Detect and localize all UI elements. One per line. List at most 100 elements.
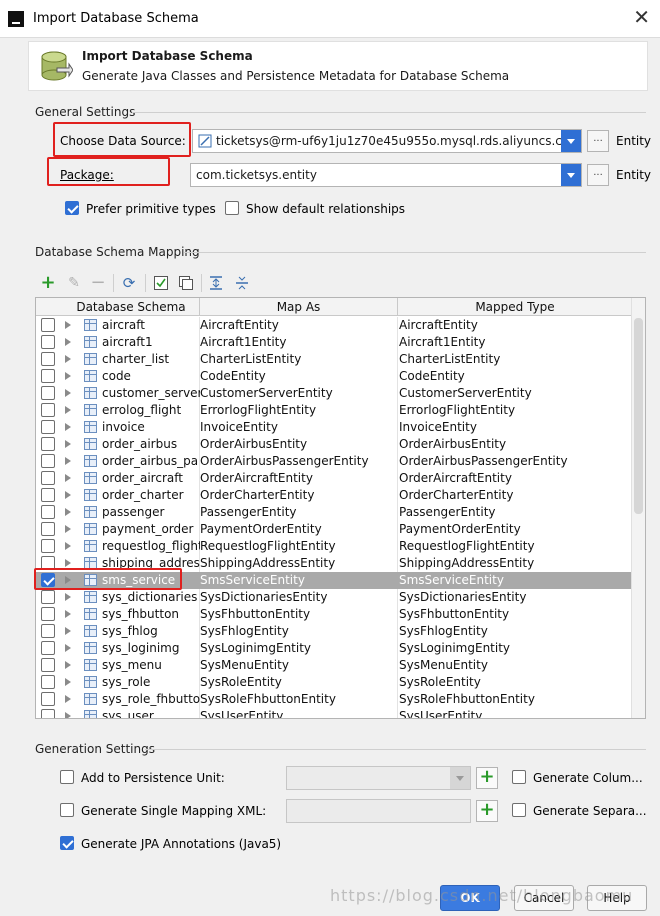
check-all-icon[interactable]	[153, 275, 169, 291]
row-checkbox[interactable]	[41, 607, 55, 621]
mapped-type-cell[interactable]: AircraftEntity	[399, 318, 629, 332]
row-checkbox[interactable]	[41, 539, 55, 553]
row-checkbox[interactable]	[41, 352, 55, 366]
mapped-type-cell[interactable]: SysRoleEntity	[399, 675, 629, 689]
row-checkbox[interactable]	[41, 641, 55, 655]
map-as-cell[interactable]: OrderCharterEntity	[200, 488, 396, 502]
column-header-map-as[interactable]: Map As	[200, 300, 397, 314]
table-row[interactable]: code CodeEntity CodeEntity	[36, 368, 632, 385]
table-row[interactable]: sys_loginimg SysLoginimgEntity SysLoginimg…	[36, 640, 632, 657]
row-checkbox[interactable]	[41, 437, 55, 451]
mapped-type-cell[interactable]: CustomerServerEntity	[399, 386, 629, 400]
table-row[interactable]: order_airbus_pa OrderAirbusPassengerEntit…	[36, 453, 632, 470]
add-to-persistence-unit-checkbox[interactable]	[60, 770, 74, 784]
expand-arrow-icon[interactable]	[65, 678, 71, 686]
table-row[interactable]: sys_fhlog SysFhlogEntity SysFhlogEntity	[36, 623, 632, 640]
data-source-combo[interactable]: ticketsys@rm-uf6y1ju1z70e45u955o.mysql.r…	[192, 129, 582, 153]
map-as-cell[interactable]: RequestlogFlightEntity	[200, 539, 396, 553]
map-as-cell[interactable]: SysFhbuttonEntity	[200, 607, 396, 621]
mapped-type-cell[interactable]: ShippingAddressEntity	[399, 556, 629, 570]
mapped-type-cell[interactable]: OrderAirbusEntity	[399, 437, 629, 451]
mapped-type-cell[interactable]: Aircraft1Entity	[399, 335, 629, 349]
add-mapping-xml-button[interactable]: +	[476, 800, 498, 822]
table-row[interactable]: payment_order PaymentOrderEntity PaymentOr…	[36, 521, 632, 538]
map-as-cell[interactable]: OrderAirbusEntity	[200, 437, 396, 451]
row-checkbox[interactable]	[41, 675, 55, 689]
mapped-type-cell[interactable]: SysUserEntity	[399, 709, 629, 718]
show-default-relationships-checkbox[interactable]	[225, 201, 239, 215]
row-checkbox[interactable]	[41, 403, 55, 417]
expand-arrow-icon[interactable]	[65, 542, 71, 550]
table-row[interactable]: sys_dictionaries SysDictionariesEntity Sys…	[36, 589, 632, 606]
mapped-type-cell[interactable]: SysLoginimgEntity	[399, 641, 629, 655]
table-row[interactable]: invoice InvoiceEntity InvoiceEntity	[36, 419, 632, 436]
row-checkbox[interactable]	[41, 454, 55, 468]
table-row[interactable]: order_charter OrderCharterEntity OrderChar…	[36, 487, 632, 504]
table-row[interactable]: customer_server CustomerServerEntity Custo…	[36, 385, 632, 402]
mapped-type-cell[interactable]: SysFhbuttonEntity	[399, 607, 629, 621]
generate-column-checkbox[interactable]	[512, 770, 526, 784]
table-row[interactable]: order_aircraft OrderAircraftEntity OrderAi…	[36, 470, 632, 487]
map-as-cell[interactable]: PaymentOrderEntity	[200, 522, 396, 536]
column-header-database-schema[interactable]: Database Schema	[61, 300, 201, 314]
expand-arrow-icon[interactable]	[65, 610, 71, 618]
row-checkbox[interactable]	[41, 488, 55, 502]
edit-icon[interactable]: ✎	[66, 275, 82, 291]
row-checkbox[interactable]	[41, 471, 55, 485]
expand-arrow-icon[interactable]	[65, 508, 71, 516]
package-dropdown-arrow[interactable]	[561, 164, 581, 186]
map-as-cell[interactable]: SysDictionariesEntity	[200, 590, 396, 604]
row-checkbox[interactable]	[41, 590, 55, 604]
expand-arrow-icon[interactable]	[65, 491, 71, 499]
map-as-cell[interactable]: CodeEntity	[200, 369, 396, 383]
collapse-all-icon[interactable]	[234, 275, 250, 291]
expand-arrow-icon[interactable]	[65, 372, 71, 380]
mapped-type-cell[interactable]: ErrorlogFlightEntity	[399, 403, 629, 417]
persistence-unit-combo[interactable]	[286, 766, 471, 790]
prefer-primitive-checkbox[interactable]	[65, 201, 79, 215]
map-as-cell[interactable]: OrderAirbusPassengerEntity	[200, 454, 396, 468]
add-icon[interactable]: +	[40, 274, 56, 292]
map-as-cell[interactable]: PassengerEntity	[200, 505, 396, 519]
table-row[interactable]: sys_role SysRoleEntity SysRoleEntity	[36, 674, 632, 691]
table-row[interactable]: aircraft1 Aircraft1Entity Aircraft1Entity	[36, 334, 632, 351]
map-as-cell[interactable]: AircraftEntity	[200, 318, 396, 332]
uncheck-all-icon[interactable]	[178, 275, 194, 291]
row-checkbox[interactable]	[41, 692, 55, 706]
expand-arrow-icon[interactable]	[65, 406, 71, 414]
map-as-cell[interactable]: SysMenuEntity	[200, 658, 396, 672]
map-as-cell[interactable]: Aircraft1Entity	[200, 335, 396, 349]
expand-arrow-icon[interactable]	[65, 321, 71, 329]
table-row[interactable]: sys_menu SysMenuEntity SysMenuEntity	[36, 657, 632, 674]
mapped-type-cell[interactable]: SysRoleFhbuttonEntity	[399, 692, 629, 706]
map-as-cell[interactable]: CustomerServerEntity	[200, 386, 396, 400]
generate-separate-checkbox[interactable]	[512, 803, 526, 817]
table-row[interactable]: sys_role_fhbutton SysRoleFhbuttonEntity Sy…	[36, 691, 632, 708]
row-checkbox[interactable]	[41, 505, 55, 519]
expand-arrow-icon[interactable]	[65, 338, 71, 346]
map-as-cell[interactable]: SysUserEntity	[200, 709, 396, 718]
expand-arrow-icon[interactable]	[65, 644, 71, 652]
table-row[interactable]: aircraft AircraftEntity AircraftEntity	[36, 317, 632, 334]
map-as-cell[interactable]: ShippingAddressEntity	[200, 556, 396, 570]
row-checkbox[interactable]	[41, 386, 55, 400]
mapped-type-cell[interactable]: PaymentOrderEntity	[399, 522, 629, 536]
table-row[interactable]: order_airbus OrderAirbusEntity OrderAirbus…	[36, 436, 632, 453]
map-as-cell[interactable]: SysRoleFhbuttonEntity	[200, 692, 396, 706]
data-source-dropdown-arrow[interactable]	[561, 130, 581, 152]
table-vertical-scrollbar[interactable]	[631, 298, 645, 718]
row-checkbox[interactable]	[41, 420, 55, 434]
generate-jpa-annotations-checkbox[interactable]	[60, 836, 74, 850]
mapped-type-cell[interactable]: SmsServiceEntity	[399, 573, 629, 587]
expand-arrow-icon[interactable]	[65, 627, 71, 635]
expand-arrow-icon[interactable]	[65, 559, 71, 567]
table-row[interactable]: charter_list CharterListEntity CharterList…	[36, 351, 632, 368]
close-icon[interactable]: ✕	[633, 6, 650, 28]
mapped-type-cell[interactable]: RequestlogFlightEntity	[399, 539, 629, 553]
expand-arrow-icon[interactable]	[65, 389, 71, 397]
mapping-xml-field[interactable]	[286, 799, 471, 823]
row-checkbox[interactable]	[41, 318, 55, 332]
expand-arrow-icon[interactable]	[65, 457, 71, 465]
mapped-type-cell[interactable]: CharterListEntity	[399, 352, 629, 366]
map-as-cell[interactable]: ErrorlogFlightEntity	[200, 403, 396, 417]
